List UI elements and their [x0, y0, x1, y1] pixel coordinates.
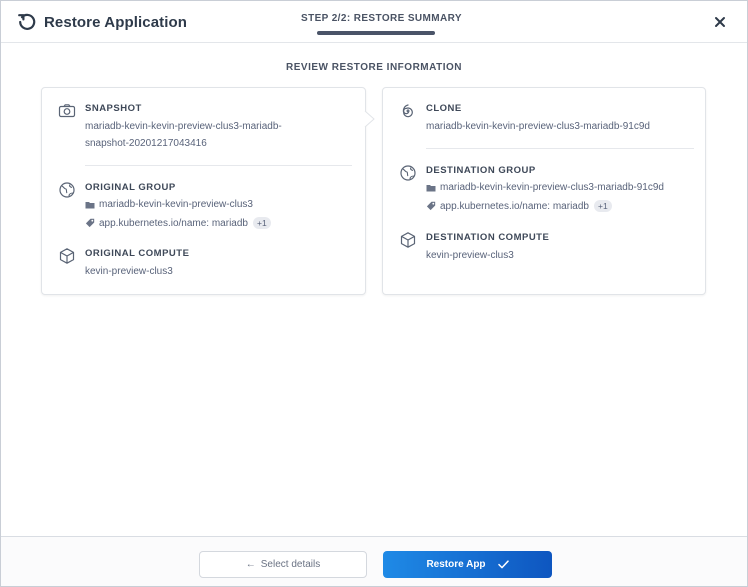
- chevron-right-icon: [364, 110, 375, 128]
- original-compute-title: ORIGINAL COMPUTE: [85, 248, 190, 259]
- snapshot-value-line1: mariadb-kevin-kevin-preview-clus3-mariad…: [85, 121, 282, 132]
- folder-icon: [85, 201, 95, 208]
- original-label: app.kubernetes.io/name: mariadb: [99, 217, 248, 229]
- original-namespace-row: mariadb-kevin-kevin-preview-clus3: [85, 199, 253, 210]
- snapshot-title: SNAPSHOT: [85, 103, 142, 114]
- dialog-header: Restore Application STEP 2/2: RESTORE SU…: [1, 1, 747, 43]
- title-group: Restore Application: [17, 12, 187, 32]
- tag-icon: [85, 218, 95, 228]
- restore-dialog: Restore Application STEP 2/2: RESTORE SU…: [0, 0, 748, 587]
- destination-label: app.kubernetes.io/name: mariadb: [440, 200, 589, 212]
- extra-labels-badge[interactable]: +1: [252, 217, 271, 229]
- cube-icon: [59, 248, 75, 264]
- original-compute-value: kevin-preview-clus3: [85, 266, 173, 277]
- clone-value: mariadb-kevin-kevin-preview-clus3-mariad…: [426, 121, 650, 132]
- select-details-label: Select details: [260, 559, 321, 570]
- close-icon[interactable]: [713, 15, 727, 29]
- restore-icon: [18, 13, 36, 30]
- destination-compute-value: kevin-preview-clus3: [426, 250, 514, 261]
- destination-card: CLONE mariadb-kevin-kevin-preview-clus3-…: [382, 87, 706, 295]
- camera-icon: [58, 104, 76, 118]
- globe-icon: [400, 165, 416, 181]
- destination-namespace-row: mariadb-kevin-kevin-preview-clus3-mariad…: [426, 182, 664, 193]
- destination-compute-title: DESTINATION COMPUTE: [426, 232, 550, 243]
- divider: [426, 148, 694, 149]
- original-group-title: ORIGINAL GROUP: [85, 182, 176, 193]
- destination-namespace: mariadb-kevin-kevin-preview-clus3-mariad…: [440, 182, 664, 193]
- restore-app-button[interactable]: Restore App: [383, 551, 552, 578]
- extra-labels-badge[interactable]: +1: [593, 200, 612, 212]
- snapshot-value-line2: snapshot-20201217043416: [85, 138, 207, 149]
- destination-group-title: DESTINATION GROUP: [426, 165, 536, 176]
- cube-icon: [400, 232, 416, 248]
- source-card: SNAPSHOT mariadb-kevin-kevin-preview-clu…: [41, 87, 366, 295]
- arrow-left-icon: ←: [245, 559, 256, 570]
- review-heading: REVIEW RESTORE INFORMATION: [286, 62, 462, 73]
- tag-icon: [426, 201, 436, 211]
- clone-spiral-icon: [402, 104, 413, 118]
- clone-title: CLONE: [426, 103, 462, 114]
- original-label-row: app.kubernetes.io/name: mariadb +1: [85, 217, 271, 229]
- step-progress-bar: [317, 31, 435, 35]
- destination-label-row: app.kubernetes.io/name: mariadb +1: [426, 200, 612, 212]
- globe-icon: [59, 182, 75, 198]
- dialog-title: Restore Application: [44, 13, 188, 31]
- step-indicator: STEP 2/2: RESTORE SUMMARY: [301, 13, 462, 24]
- restore-app-label: Restore App: [426, 559, 486, 570]
- folder-icon: [426, 184, 436, 191]
- divider: [85, 165, 352, 166]
- select-details-button[interactable]: ← Select details: [199, 551, 367, 578]
- original-namespace: mariadb-kevin-kevin-preview-clus3: [99, 199, 253, 210]
- dialog-footer: ← Select details Restore App: [1, 536, 747, 586]
- check-icon: [497, 560, 509, 569]
